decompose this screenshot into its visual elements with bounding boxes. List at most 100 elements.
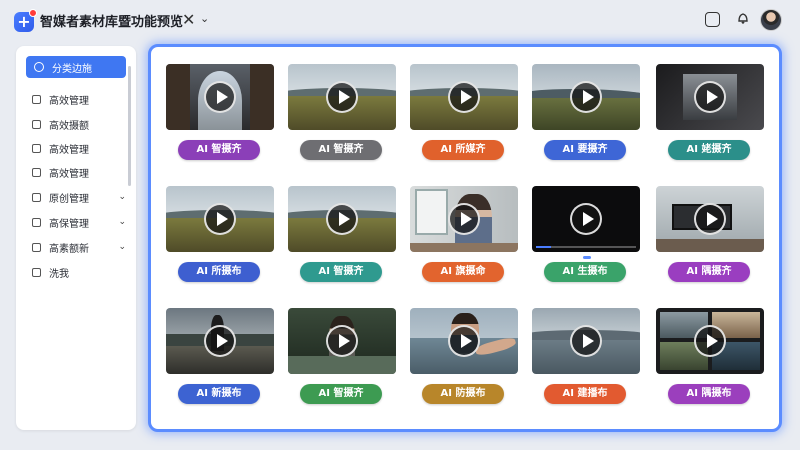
- sidebar-item[interactable]: 高素额新 ⌄: [24, 236, 134, 258]
- play-icon[interactable]: [694, 81, 726, 113]
- media-card[interactable]: AI 旗摄命: [410, 186, 518, 286]
- video-thumbnail[interactable]: [288, 64, 396, 130]
- desk: [656, 238, 764, 252]
- ai-tag-button[interactable]: AI 智摄齐: [300, 140, 382, 160]
- play-icon[interactable]: [570, 325, 602, 357]
- sidebar-item-label: 高素额新: [49, 243, 89, 255]
- checkbox[interactable]: [32, 94, 41, 104]
- desk: [410, 242, 518, 252]
- title-bar: + 智媒者素材库暨功能预览 ✕ ⌄: [0, 0, 800, 40]
- media-card[interactable]: AI 防摄布: [410, 308, 518, 408]
- ai-tag-button[interactable]: AI 要摄齐: [544, 140, 626, 160]
- sidebar-item[interactable]: 原创管理 ⌄: [24, 186, 134, 208]
- play-icon[interactable]: [694, 203, 726, 235]
- checkbox[interactable]: [32, 267, 41, 277]
- checkbox[interactable]: [32, 192, 41, 202]
- media-card[interactable]: AI 所摄布: [166, 186, 274, 286]
- media-card[interactable]: AI 建播布: [532, 308, 640, 408]
- tree: [166, 64, 190, 130]
- video-thumbnail[interactable]: [288, 308, 396, 374]
- media-card[interactable]: AI 隅摄齐: [656, 186, 764, 286]
- play-icon[interactable]: [326, 81, 358, 113]
- progress-fill: [536, 246, 551, 248]
- notification-dot: [29, 9, 37, 17]
- play-icon[interactable]: [204, 81, 236, 113]
- play-icon[interactable]: [570, 81, 602, 113]
- window-square-icon[interactable]: [705, 12, 720, 27]
- sidebar-item-label: 洗我: [49, 268, 69, 280]
- sidebar-item[interactable]: 洗我: [24, 261, 134, 283]
- video-thumbnail[interactable]: [656, 308, 764, 374]
- bell-icon[interactable]: [734, 11, 752, 29]
- checkbox[interactable]: [32, 167, 41, 177]
- play-icon[interactable]: [694, 325, 726, 357]
- sidebar-item[interactable]: 高效摄额: [24, 113, 134, 135]
- play-icon[interactable]: [204, 203, 236, 235]
- media-card[interactable]: AI 智摄齐: [166, 64, 274, 164]
- play-icon[interactable]: [204, 325, 236, 357]
- sidebar-item[interactable]: 高效管理: [24, 137, 134, 159]
- video-thumbnail[interactable]: [288, 186, 396, 252]
- media-card[interactable]: AI 智摄齐: [288, 186, 396, 286]
- sidebar-item[interactable]: 高效管理: [24, 161, 134, 183]
- video-thumbnail[interactable]: [166, 64, 274, 130]
- ai-tag-button[interactable]: AI 智摄齐: [300, 262, 382, 282]
- video-progress-bar[interactable]: [536, 246, 636, 248]
- sidebar-item[interactable]: 分类边施: [26, 56, 126, 78]
- media-card[interactable]: AI 要摄齐: [532, 64, 640, 164]
- video-thumbnail[interactable]: [532, 186, 640, 252]
- circle-icon: [34, 62, 44, 72]
- play-icon[interactable]: [448, 203, 480, 235]
- media-card[interactable]: AI 所媒齐: [410, 64, 518, 164]
- sidebar-item-label: 高保管理: [49, 218, 89, 230]
- ai-tag-button[interactable]: AI 生摄布: [544, 262, 626, 282]
- checkbox[interactable]: [32, 119, 41, 129]
- ai-tag-button[interactable]: AI 防摄布: [422, 384, 504, 404]
- play-icon[interactable]: [570, 203, 602, 235]
- ai-tag-button[interactable]: AI 智摄齐: [300, 384, 382, 404]
- chevron-down-icon[interactable]: ⌄: [200, 12, 209, 25]
- close-icon[interactable]: ✕: [182, 10, 195, 29]
- checkbox[interactable]: [32, 242, 41, 252]
- video-thumbnail[interactable]: [166, 308, 274, 374]
- ai-tag-button[interactable]: AI 隅摄布: [668, 384, 750, 404]
- ai-tag-button[interactable]: AI 智摄齐: [178, 140, 260, 160]
- sidebar-item-label: 分类边施: [52, 63, 92, 75]
- ai-tag-button[interactable]: AI 旗摄命: [422, 262, 504, 282]
- play-icon[interactable]: [448, 325, 480, 357]
- media-card[interactable]: AI 姥摄齐: [656, 64, 764, 164]
- checkbox[interactable]: [32, 217, 41, 227]
- media-card[interactable]: AI 生摄布: [532, 186, 640, 286]
- media-card[interactable]: AI 隅摄布: [656, 308, 764, 408]
- checkbox[interactable]: [32, 143, 41, 153]
- video-thumbnail[interactable]: [656, 186, 764, 252]
- ai-tag-button[interactable]: AI 建播布: [544, 384, 626, 404]
- play-icon[interactable]: [448, 81, 480, 113]
- ai-tag-button[interactable]: AI 所媒齐: [422, 140, 504, 160]
- ai-tag-button[interactable]: AI 姥摄齐: [668, 140, 750, 160]
- video-thumbnail[interactable]: [410, 186, 518, 252]
- video-thumbnail[interactable]: [532, 308, 640, 374]
- play-icon[interactable]: [326, 325, 358, 357]
- sidebar-item[interactable]: 高保管理 ⌄: [24, 211, 134, 233]
- play-icon[interactable]: [326, 203, 358, 235]
- chevron-down-icon[interactable]: ⌄: [118, 192, 126, 202]
- sidebar-item[interactable]: 高效管理: [24, 88, 134, 110]
- ai-tag-button[interactable]: AI 新摄布: [178, 384, 260, 404]
- ai-tag-button[interactable]: AI 所摄布: [178, 262, 260, 282]
- chevron-down-icon[interactable]: ⌄: [118, 217, 126, 227]
- media-card[interactable]: AI 新摄布: [166, 308, 274, 408]
- tree: [250, 64, 274, 130]
- ai-tag-button[interactable]: AI 隅摄齐: [668, 262, 750, 282]
- sidebar-item-label: 高效管理: [49, 168, 89, 180]
- avatar[interactable]: [760, 9, 782, 31]
- video-thumbnail[interactable]: [656, 64, 764, 130]
- video-thumbnail[interactable]: [410, 64, 518, 130]
- media-card[interactable]: AI 智摄齐: [288, 64, 396, 164]
- video-thumbnail[interactable]: [410, 308, 518, 374]
- chevron-down-icon[interactable]: ⌄: [118, 242, 126, 252]
- hover-indicator: [583, 256, 591, 259]
- media-card[interactable]: AI 智摄齐: [288, 308, 396, 408]
- video-thumbnail[interactable]: [166, 186, 274, 252]
- video-thumbnail[interactable]: [532, 64, 640, 130]
